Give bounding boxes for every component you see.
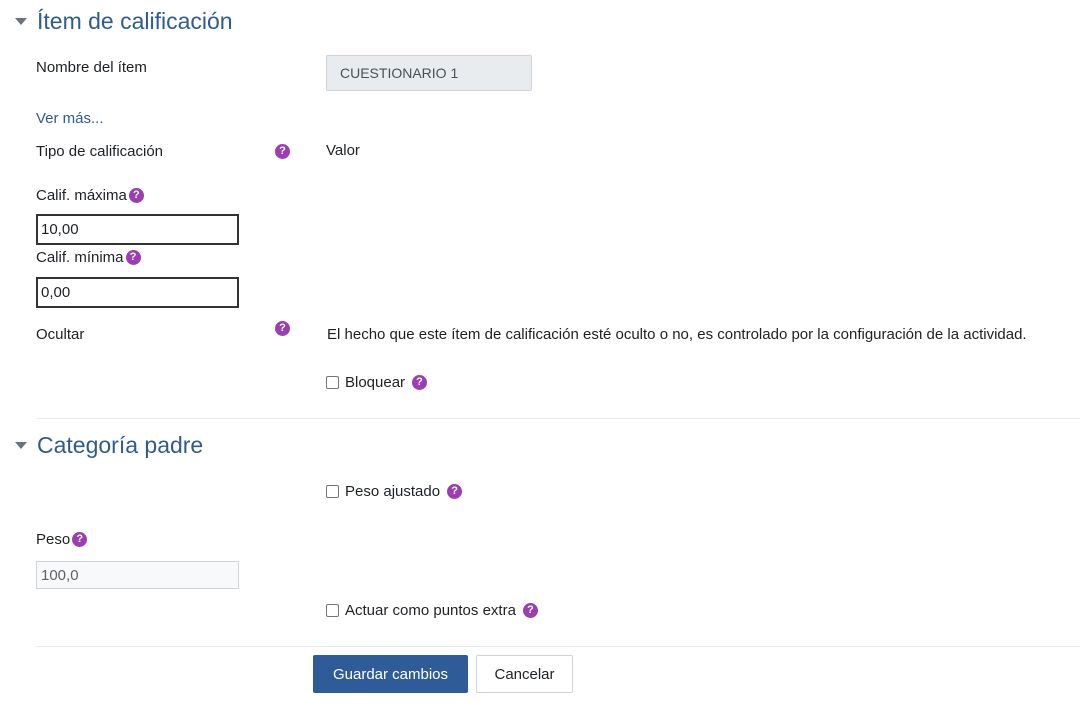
grade-item-section-header[interactable]: Ítem de calificación: [15, 8, 233, 35]
locked-help-icon[interactable]: ?: [412, 375, 428, 390]
hidden-help-icon[interactable]: ?: [275, 321, 290, 336]
cancel-button[interactable]: Cancelar: [476, 655, 573, 693]
section-divider: [36, 418, 1080, 419]
show-more-link[interactable]: Ver más...: [36, 110, 104, 127]
locked-checkbox-row: Bloquear ?: [326, 374, 428, 391]
extra-credit-help-icon[interactable]: ?: [522, 603, 538, 618]
hidden-label: Ocultar: [36, 326, 85, 343]
locked-label: Bloquear: [345, 374, 406, 391]
caret-down-icon: [15, 18, 27, 25]
max-grade-label: Calif. máxima: [36, 187, 127, 204]
max-grade-help-icon[interactable]: ?: [128, 188, 144, 203]
item-name-field: CUESTIONARIO 1: [326, 55, 532, 91]
min-grade-label-row: Calif. mínima ?: [36, 249, 141, 266]
min-grade-input[interactable]: [36, 277, 239, 308]
extra-credit-checkbox[interactable]: [326, 604, 339, 617]
locked-checkbox[interactable]: [326, 376, 339, 389]
item-name-label: Nombre del ítem: [36, 59, 147, 76]
extra-credit-checkbox-row: Actuar como puntos extra ?: [326, 602, 538, 619]
weight-label: Peso: [36, 531, 71, 548]
weight-adjusted-checkbox-row: Peso ajustado ?: [326, 483, 463, 500]
weight-help-icon[interactable]: ?: [72, 532, 88, 547]
extra-credit-label: Actuar como puntos extra: [345, 602, 516, 619]
weight-adjusted-help-icon[interactable]: ?: [447, 484, 463, 499]
max-grade-label-row: Calif. máxima ?: [36, 187, 144, 204]
parent-category-section-title: Categoría padre: [37, 432, 204, 458]
actions-divider: [36, 646, 1080, 647]
weight-label-row: Peso ?: [36, 531, 88, 548]
min-grade-help-icon[interactable]: ?: [125, 250, 141, 265]
hidden-info-text: El hecho que este ítem de calificación e…: [327, 326, 1027, 343]
min-grade-label: Calif. mínima: [36, 249, 124, 266]
grade-type-value: Valor: [326, 142, 360, 159]
grade-item-section-title: Ítem de calificación: [37, 8, 233, 34]
parent-category-section-header[interactable]: Categoría padre: [15, 432, 203, 459]
weight-input: [36, 561, 239, 589]
caret-down-icon: [15, 442, 27, 449]
grade-type-label: Tipo de calificación: [36, 143, 164, 160]
item-name-value: CUESTIONARIO 1: [340, 65, 459, 81]
weight-adjusted-checkbox[interactable]: [326, 485, 339, 498]
save-button[interactable]: Guardar cambios: [313, 655, 468, 693]
max-grade-input[interactable]: [36, 214, 239, 245]
weight-adjusted-label: Peso ajustado: [345, 483, 441, 500]
grade-type-help-icon[interactable]: ?: [275, 144, 290, 159]
